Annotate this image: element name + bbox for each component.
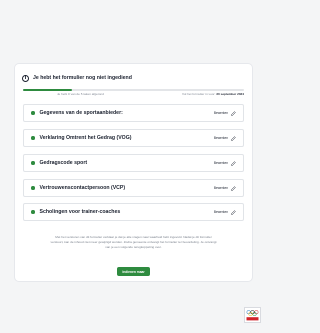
section-label: Gedragscode sport [39,160,88,166]
pencil-icon [231,209,236,215]
olympic-rings-icon [246,310,259,321]
pencil-icon [231,185,236,191]
status-dot [31,186,35,190]
status-dot [31,111,35,115]
edit-button[interactable]: Bewerken [213,160,236,166]
status-dot [31,210,35,214]
pencil-icon [231,135,236,141]
submission-disclaimer: Met het versturen van dit formulier verk… [50,235,217,250]
deadline-date: 30 september 2024 [216,92,244,96]
edit-button[interactable]: Bewerken [213,135,236,141]
deadline-prefix: Vul het formulier in voor: [182,92,216,96]
section-code-of-conduct: Gedragscode sport Bewerken [23,154,244,172]
edit-button[interactable]: Bewerken [213,110,236,116]
progress-section: Je hebt 0 van de 5 taken afgerond Vul he… [23,89,244,99]
pencil-icon [231,160,236,166]
submit-button[interactable]: Indienen maar [117,267,150,276]
form-not-submitted-alert: i Je hebt het formulier nog niet ingedie… [22,71,244,85]
olympic-rings-logo [244,307,261,323]
deadline-text: Vul het formulier in voor: 30 september … [182,92,244,98]
edit-label: Bewerken [213,210,228,214]
edit-label: Bewerken [213,186,228,190]
section-label: Gegevens van de sportaanbieder: [39,110,123,116]
edit-button[interactable]: Bewerken [213,209,236,215]
progress-fill [23,89,72,91]
section-vog: Verklaring Omtrent het Gedrag (VOG) Bewe… [23,129,244,147]
edit-label: Bewerken [213,136,228,140]
section-label: Vertrouwenscontactpersoon (VCP) [39,185,126,191]
form-status-card: i Je hebt het formulier nog niet ingedie… [15,64,252,281]
progress-track [23,89,244,91]
alert-text: Je hebt het formulier nog niet ingediend [33,75,132,81]
status-dot [31,136,35,140]
section-label: Verklaring Omtrent het Gedrag (VOG) [39,135,132,141]
section-confidential-contact: Vertrouwenscontactpersoon (VCP) Bewerken [23,179,244,197]
edit-label: Bewerken [213,111,228,115]
section-organization-details: Gegevens van de sportaanbieder: Bewerken [23,104,244,122]
edit-label: Bewerken [213,161,228,165]
section-coach-training: Scholingen voor trainer-coaches Bewerken [23,203,244,221]
edit-button[interactable]: Bewerken [213,185,236,191]
progress-steps-text: Je hebt 0 van de 5 taken afgerond [57,92,104,96]
pencil-icon [231,110,236,116]
info-icon: i [22,74,29,82]
status-dot [31,161,35,165]
section-label: Scholingen voor trainer-coaches [39,209,121,215]
